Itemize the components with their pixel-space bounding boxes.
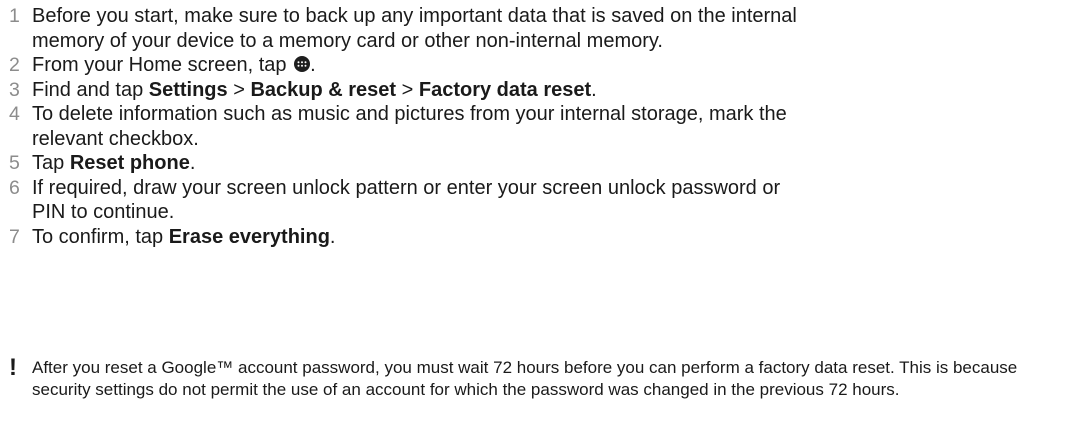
step-3: 3 Find and tap Settings > Backup & reset…: [0, 78, 1067, 103]
step-number: 1: [9, 5, 20, 27]
step-number: 5: [9, 152, 20, 174]
factory-data-reset-label: Factory data reset: [418, 78, 592, 101]
erase-everything-label: Erase everything: [168, 225, 330, 248]
path-separator: >: [227, 78, 251, 101]
step-text-part: .: [189, 152, 196, 174]
backup-reset-label: Backup & reset: [250, 78, 397, 101]
step-text-part: .: [310, 54, 316, 76]
note-text: After you reset a Google™ account passwo…: [32, 358, 1018, 399]
exclamation-icon: !: [9, 354, 17, 381]
reset-phone-label: Reset phone: [69, 152, 190, 174]
step-text-part: From your Home screen, tap: [32, 54, 293, 76]
step-5: 5 Tap Reset phone.: [0, 151, 1067, 176]
step-number: 6: [9, 176, 20, 199]
step-4: 4 To delete information such as music an…: [0, 102, 1067, 151]
settings-label: Settings: [148, 78, 228, 101]
step-number: 3: [9, 78, 20, 101]
step-number: 7: [9, 225, 20, 248]
step-text: To delete information such as music and …: [32, 103, 787, 150]
apps-grid-icon: [294, 56, 311, 72]
step-text: Tap Reset phone.: [32, 151, 812, 176]
steps-list: 1 Before you start, make sure to back up…: [0, 4, 1067, 249]
step-text-part: Tap: [32, 152, 70, 174]
step-2: 2 From your Home screen, tap .: [0, 53, 1067, 78]
step-text-part: Find and tap: [32, 78, 149, 101]
step-number: 2: [9, 54, 20, 76]
step-number: 4: [9, 103, 20, 125]
warning-note: ! After you reset a Google™ account pass…: [0, 354, 1067, 400]
step-text: From your Home screen, tap .: [32, 53, 812, 78]
step-text: Before you start, make sure to back up a…: [32, 5, 797, 52]
step-1: 1 Before you start, make sure to back up…: [0, 4, 1067, 53]
step-text-part: .: [329, 225, 336, 248]
path-separator: >: [396, 78, 419, 101]
step-text: If required, draw your screen unlock pat…: [32, 176, 781, 224]
step-text: Find and tap Settings > Backup & reset >…: [32, 78, 812, 103]
step-text: To confirm, tap Erase everything.: [32, 225, 812, 250]
step-6: 6 If required, draw your screen unlock p…: [0, 176, 1067, 225]
step-7: 7 To confirm, tap Erase everything.: [0, 225, 1067, 250]
step-text-part: .: [591, 78, 597, 101]
step-text-part: To confirm, tap: [32, 225, 169, 248]
